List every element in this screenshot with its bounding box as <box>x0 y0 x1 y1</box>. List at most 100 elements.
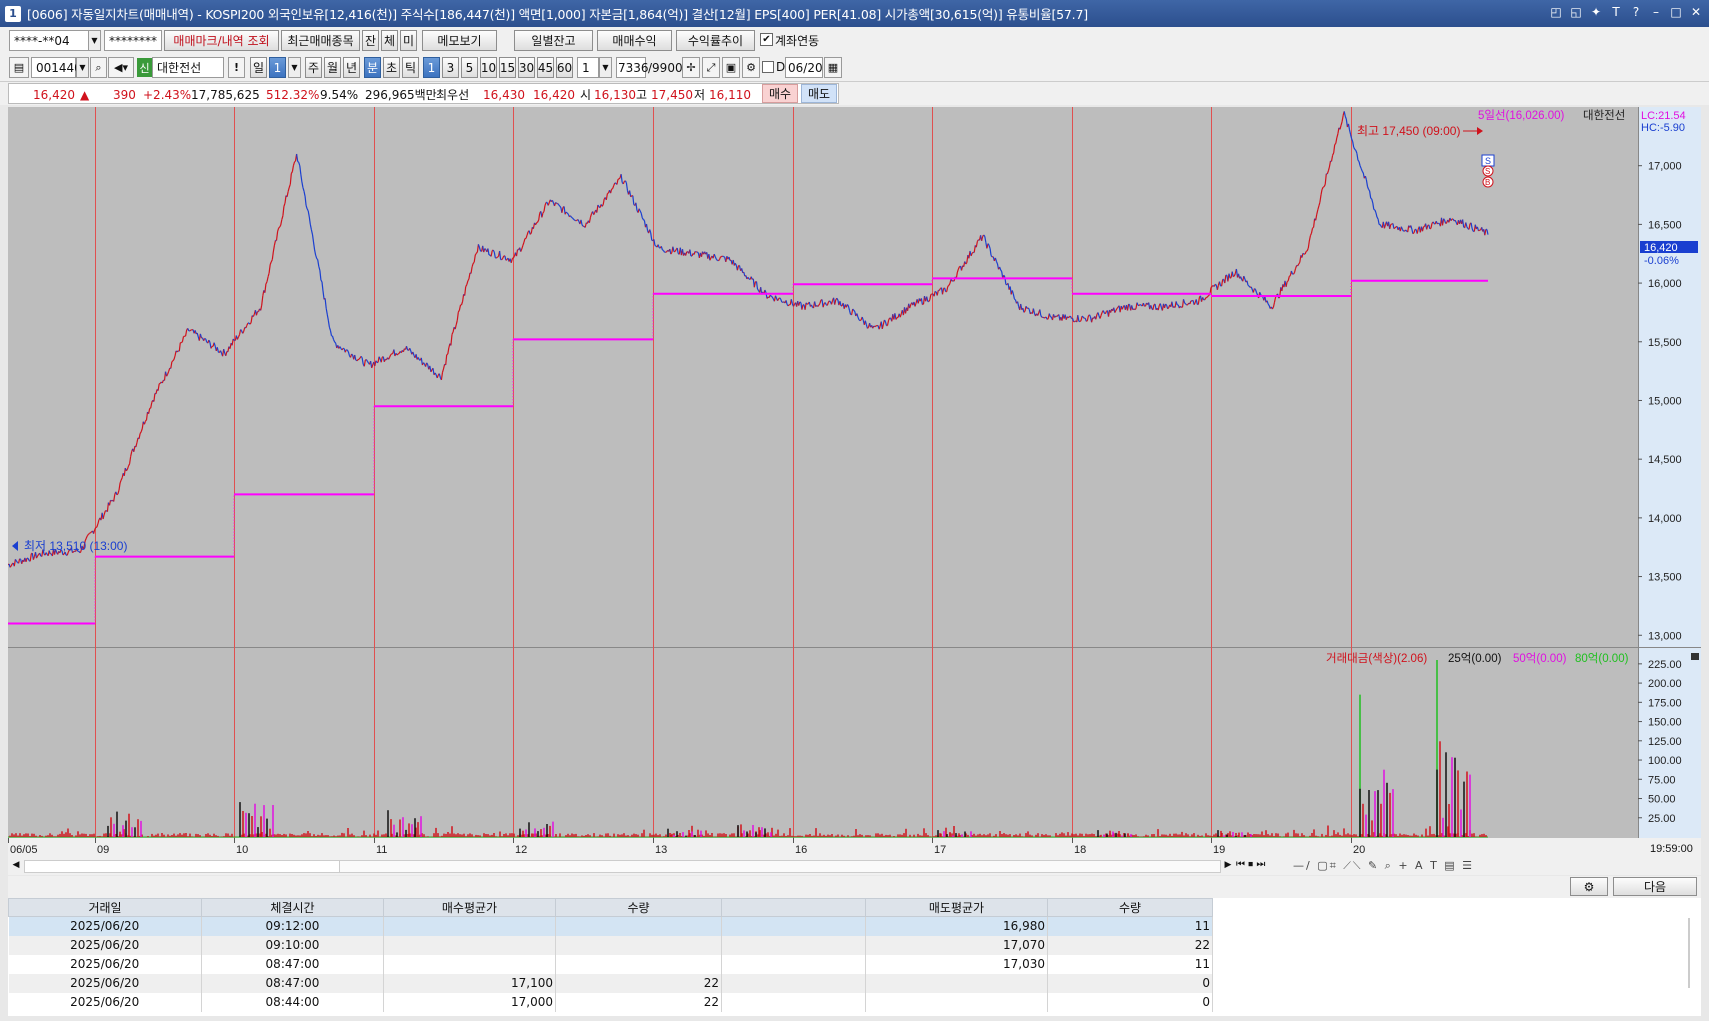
account-input[interactable]: ****-**04 <box>9 30 89 51</box>
period-week-button[interactable]: 주 <box>305 57 322 78</box>
column-header[interactable]: 매도평균가 <box>865 898 1048 917</box>
drawing-tools-icon[interactable]: —/ ▢⌗ ⟋⟍ ✎ ⌕ + A T ▤ ☰ <box>1293 859 1474 873</box>
scroll-track[interactable] <box>24 860 1221 873</box>
recent-trades-button[interactable]: 최근매매종목 <box>281 30 360 51</box>
date-input[interactable]: 06/20 <box>785 57 823 78</box>
calendar-icon[interactable]: ▦ <box>824 57 842 78</box>
next-button[interactable]: 다음 <box>1613 877 1697 896</box>
period-num-button[interactable]: 1 <box>269 57 286 78</box>
price-segment <box>1478 229 1480 232</box>
table-cell: 11 <box>1047 954 1213 974</box>
interval-button-15[interactable]: 15 <box>499 57 516 78</box>
memo-button[interactable]: 메모보기 <box>422 30 497 51</box>
date-checkbox[interactable] <box>762 61 774 73</box>
scroll-thumb[interactable] <box>25 861 340 872</box>
interval-button-30[interactable]: 30 <box>518 57 535 78</box>
scroll-left-icon[interactable]: ◀ <box>10 860 22 873</box>
trade-profit-button[interactable]: 매매수익 <box>597 30 672 51</box>
window-tile-icon[interactable]: ◱ <box>1569 4 1583 20</box>
column-header[interactable]: 매수평균가 <box>383 898 556 917</box>
account-link-checkbox[interactable]: ✔ <box>760 33 773 46</box>
table-row[interactable]: 2025/06/20 08:47:00 17,030 11 <box>8 954 1213 974</box>
trade-mark-query-button[interactable]: 매매마크/내역 조회 <box>164 30 279 51</box>
return-trend-button[interactable]: 수익률추이 <box>676 30 755 51</box>
table-row[interactable]: 2025/06/20 09:12:00 16,980 11 <box>8 916 1213 936</box>
period-tick-button[interactable]: 틱 <box>402 57 419 78</box>
unfilled-button[interactable]: 미 <box>400 30 417 51</box>
interval-button-5[interactable]: 5 <box>461 57 478 78</box>
count-input[interactable]: 7336 <box>616 57 649 78</box>
trade-marks: S S B <box>1481 154 1495 188</box>
chart-scroll-row: ◀ ▶ ⏮ ⏹ ⏭ —/ ▢⌗ ⟋⟍ ✎ ⌕ + A T ▤ ☰ <box>8 858 1701 875</box>
volume-tick-label: 175.00 <box>1648 697 1682 709</box>
stock-name-field[interactable]: 대한전선 <box>152 57 224 78</box>
panel-toggle-icon[interactable]: ▤ <box>9 57 29 78</box>
high-price: 17,450 <box>651 87 693 102</box>
font-icon[interactable]: T <box>1609 4 1623 20</box>
playback-controls[interactable]: ⏮ ⏹ ⏭ <box>1236 859 1265 870</box>
up-arrow-icon: ▲ <box>80 87 90 102</box>
column-header[interactable]: 수량 <box>1047 898 1213 917</box>
interval-button-10[interactable]: 10 <box>480 57 497 78</box>
interval-button-3[interactable]: 3 <box>442 57 459 78</box>
column-header[interactable]: 거래일 <box>8 898 202 917</box>
crosshair-icon[interactable]: ✢ <box>682 57 700 78</box>
price-tick-label: 13,500 <box>1648 572 1682 584</box>
column-header[interactable]: 체결시간 <box>201 898 384 917</box>
price-segment <box>19 558 22 560</box>
stock-code-input[interactable]: 001440 <box>31 57 82 78</box>
search-icon[interactable]: ⌕ <box>90 57 107 78</box>
help-icon[interactable]: ? <box>1629 4 1643 20</box>
price-segment <box>116 493 119 496</box>
period-month-button[interactable]: 월 <box>324 57 341 78</box>
low-price: 16,110 <box>709 87 751 102</box>
draw-tool-icon[interactable]: ⤢ <box>702 57 720 78</box>
period-dropdown-icon[interactable]: ▼ <box>288 57 301 78</box>
price-segment <box>770 295 773 298</box>
balance-button[interactable]: 잔 <box>362 30 379 51</box>
gear-icon[interactable]: ⚙ <box>742 57 760 78</box>
period-second-button[interactable]: 초 <box>383 57 400 78</box>
executed-button[interactable]: 체 <box>381 30 398 51</box>
period-day-button[interactable]: 일 <box>250 57 267 78</box>
period-minute-button[interactable]: 분 <box>364 57 381 78</box>
minimize-icon[interactable]: – <box>1649 4 1663 20</box>
column-header[interactable]: 수량 <box>555 898 722 917</box>
account-dropdown-icon[interactable]: ▼ <box>88 30 101 51</box>
table-cell: 17,000 <box>383 992 556 1012</box>
table-scrollbar[interactable] <box>1688 918 1690 988</box>
table-row[interactable]: 2025/06/20 09:10:00 17,070 22 <box>8 935 1213 955</box>
alert-icon[interactable]: ! <box>228 57 245 78</box>
password-input[interactable]: ******** <box>104 30 162 51</box>
chart-svg[interactable]: 13,000 13,500 14,000 14,500 15,000 15,500 16,0… <box>8 107 1701 859</box>
code-dropdown-icon[interactable]: ▼ <box>76 57 89 78</box>
window-layout-icon[interactable]: ◰ <box>1549 4 1563 20</box>
table-row[interactable]: 2025/06/20 08:44:00 17,000 22 0 <box>8 992 1213 1012</box>
scroll-right-icon[interactable]: ▶ <box>1222 860 1234 873</box>
unit-input[interactable]: 1 <box>577 57 599 78</box>
unit-dropdown-icon[interactable]: ▼ <box>599 57 612 78</box>
settings-button[interactable]: ⚙ <box>1570 877 1608 896</box>
interval-button-45[interactable]: 45 <box>537 57 554 78</box>
sell-button[interactable]: 매도 <box>801 84 837 103</box>
volume-tick-label: 25.00 <box>1648 813 1676 825</box>
table-row[interactable]: 2025/06/20 08:47:00 17,100 22 0 <box>8 973 1213 993</box>
price-segment <box>1312 226 1314 229</box>
pane-close-icon[interactable] <box>1691 653 1699 660</box>
speaker-icon[interactable]: ◀▾ <box>108 57 134 78</box>
maximize-icon[interactable]: □ <box>1669 4 1683 20</box>
interval-button-60[interactable]: 60 <box>556 57 573 78</box>
buy-button[interactable]: 매수 <box>762 84 798 103</box>
chart-area[interactable]: 13,000 13,500 14,000 14,500 15,000 15,500 16,0… <box>8 107 1701 859</box>
interval-button-1[interactable]: 1 <box>423 57 440 78</box>
column-header[interactable] <box>721 898 866 917</box>
pin-icon[interactable]: ✦ <box>1589 4 1603 20</box>
period-year-button[interactable]: 년 <box>343 57 360 78</box>
stock-tag: 대한전선 <box>1583 109 1625 122</box>
table-cell <box>721 916 866 936</box>
daily-balance-button[interactable]: 일별잔고 <box>514 30 593 51</box>
table-cell <box>721 973 866 993</box>
close-icon[interactable]: ✕ <box>1689 4 1703 20</box>
table-cell <box>555 954 722 974</box>
save-icon[interactable]: ▣ <box>722 57 740 78</box>
